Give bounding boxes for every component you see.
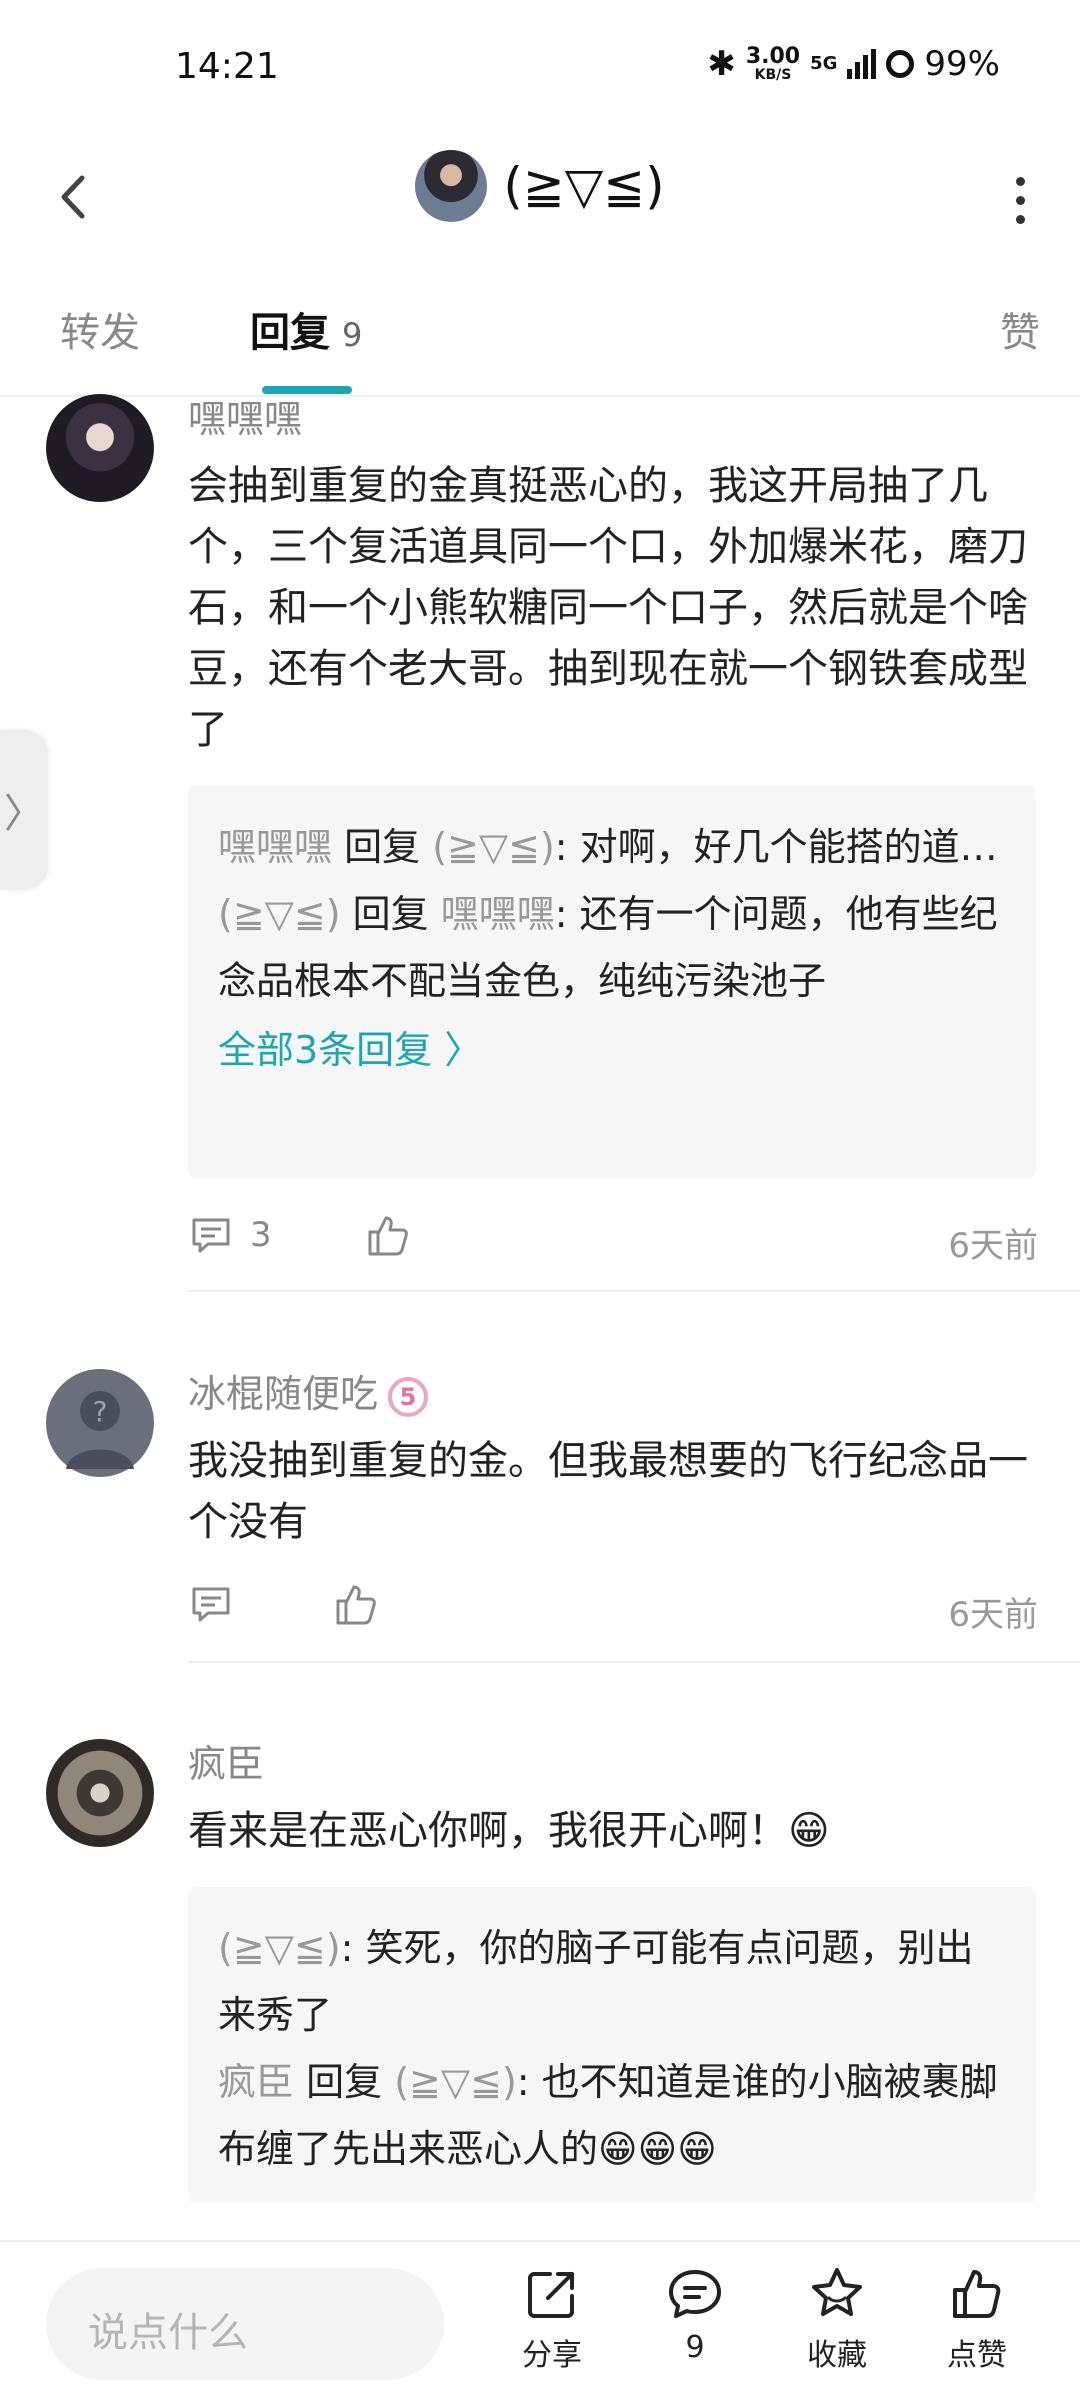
favorite-label: 收藏 (807, 2338, 867, 2373)
status-time: 14:21 (175, 46, 279, 87)
reply-preview-box[interactable]: (≧▽≦): 笑死，你的脑子可能有点问题，别出来秀了 疯臣 回复 (≧▽≦): … (188, 1887, 1036, 2203)
avatar[interactable]: ? (46, 1369, 154, 1477)
network-speed: 3.00 KB/S (745, 44, 801, 83)
tab-reply-label: 回复 (250, 310, 330, 356)
side-drawer-handle[interactable]: 〉 (0, 730, 48, 890)
reply-item: (≧▽≦) 回复 嘿嘿嘿: 还有一个问题，他有些纪念品根本不配当金色，纯纯污染池… (218, 892, 998, 1003)
status-bar: 14:21 ✱ 3.00 KB/S 5G 99% (0, 0, 1080, 140)
reply-item: 嘿嘿嘿 回复 (≧▽≦): 对啊，好几个能搭的道具因为在一个格子里没办法一起用，… (218, 825, 1006, 869)
comment-input-placeholder: 说点什么 (88, 2310, 248, 2356)
post-author[interactable]: (≧▽≦) (0, 150, 1080, 222)
like-post-button[interactable]: 点赞 (922, 2264, 1032, 2374)
bluetooth-icon: ✱ (707, 44, 736, 84)
comment-actions: 6天前 (188, 1581, 1038, 1641)
comments-count: 9 (685, 2330, 705, 2365)
reply-button[interactable] (188, 1581, 234, 1627)
battery-icon (886, 50, 915, 78)
network-type: 5G (810, 53, 838, 74)
status-icons: ✱ 3.00 KB/S 5G 99% (707, 44, 1000, 84)
comment-time: 6天前 (948, 1226, 1038, 1266)
more-options-button[interactable] (990, 160, 1050, 240)
reply-preview-box[interactable]: 嘿嘿嘿 回复 (≧▽≦): 对啊，好几个能搭的道具因为在一个格子里没办法一起用，… (188, 786, 1036, 1178)
favorite-button[interactable]: 收藏 (782, 2264, 892, 2374)
reply-button[interactable]: 3 (188, 1212, 272, 1258)
comments-button[interactable]: 9 (640, 2264, 750, 2365)
thumbs-up-icon (368, 1216, 408, 1256)
bottom-action-bar: 说点什么 分享 9 收藏 点赞 (0, 2240, 1080, 2402)
like-button[interactable] (332, 1581, 380, 1633)
page-title: (≧▽≦) (503, 157, 665, 215)
signal-icon (847, 49, 877, 79)
comment-icon (192, 1587, 230, 1622)
comment-username[interactable]: 疯臣 (188, 1733, 264, 1788)
tab-like[interactable]: 赞 (1000, 300, 1040, 358)
like-button[interactable] (364, 1212, 412, 1264)
comment-input[interactable]: 说点什么 (46, 2268, 444, 2380)
comment-time: 6天前 (948, 1595, 1038, 1635)
divider (188, 1661, 1080, 1663)
avatar[interactable] (46, 394, 154, 502)
battery-percent: 99% (924, 44, 1000, 84)
tab-reply[interactable]: 回复 9 (250, 300, 362, 358)
star-icon (812, 2268, 862, 2316)
level-badge: 5 (388, 1376, 429, 1417)
avatar[interactable] (46, 1739, 154, 1847)
thumbs-up-icon (953, 2270, 1001, 2318)
comment-text: 我没抽到重复的金。但我最想要的飞行纪念品一个没有 (188, 1438, 1028, 1545)
reply-item: 疯臣 回复 (≧▽≦): 也不知道是谁的小脑被裹脚布缠了先出来恶心人的😁😁😁 (218, 2060, 998, 2171)
avatar (415, 150, 488, 222)
top-nav: (≧▽≦) (0, 140, 1080, 270)
tab-bar: 转发 回复 9 赞 (0, 300, 1080, 397)
comment-icon (192, 1218, 230, 1253)
default-user-icon: ? (66, 1391, 134, 1469)
comment-bubble-icon (669, 2270, 721, 2318)
thumbs-up-icon (336, 1585, 376, 1625)
comment-text: 会抽到重复的金真挺恶心的，我这开局抽了几个，三个复活道具同一个口，外加爆米花，磨… (188, 463, 1028, 753)
reply-count: 3 (250, 1215, 272, 1255)
share-label: 分享 (522, 2338, 582, 2373)
like-label: 点赞 (947, 2338, 1007, 2373)
comment-username[interactable]: 嘿嘿嘿 (188, 388, 302, 443)
comment-username[interactable]: 冰棍随便吃 5 (188, 1363, 429, 1418)
reply-item: (≧▽≦): 笑死，你的脑子可能有点问题，别出来秀了 (218, 1926, 974, 2037)
divider (188, 1290, 1080, 1292)
comment-text: 看来是在恶心你啊，我很开心啊！😁 (188, 1808, 830, 1854)
view-all-replies-link[interactable]: 全部3条回复 〉 (218, 1015, 1006, 1085)
share-icon (528, 2272, 574, 2318)
tab-reply-count: 9 (342, 316, 363, 354)
tab-forward[interactable]: 转发 (60, 300, 140, 358)
comment-actions: 3 6天前 (188, 1212, 1038, 1272)
svg-text:?: ? (93, 1395, 108, 1428)
share-button[interactable]: 分享 (497, 2264, 607, 2374)
